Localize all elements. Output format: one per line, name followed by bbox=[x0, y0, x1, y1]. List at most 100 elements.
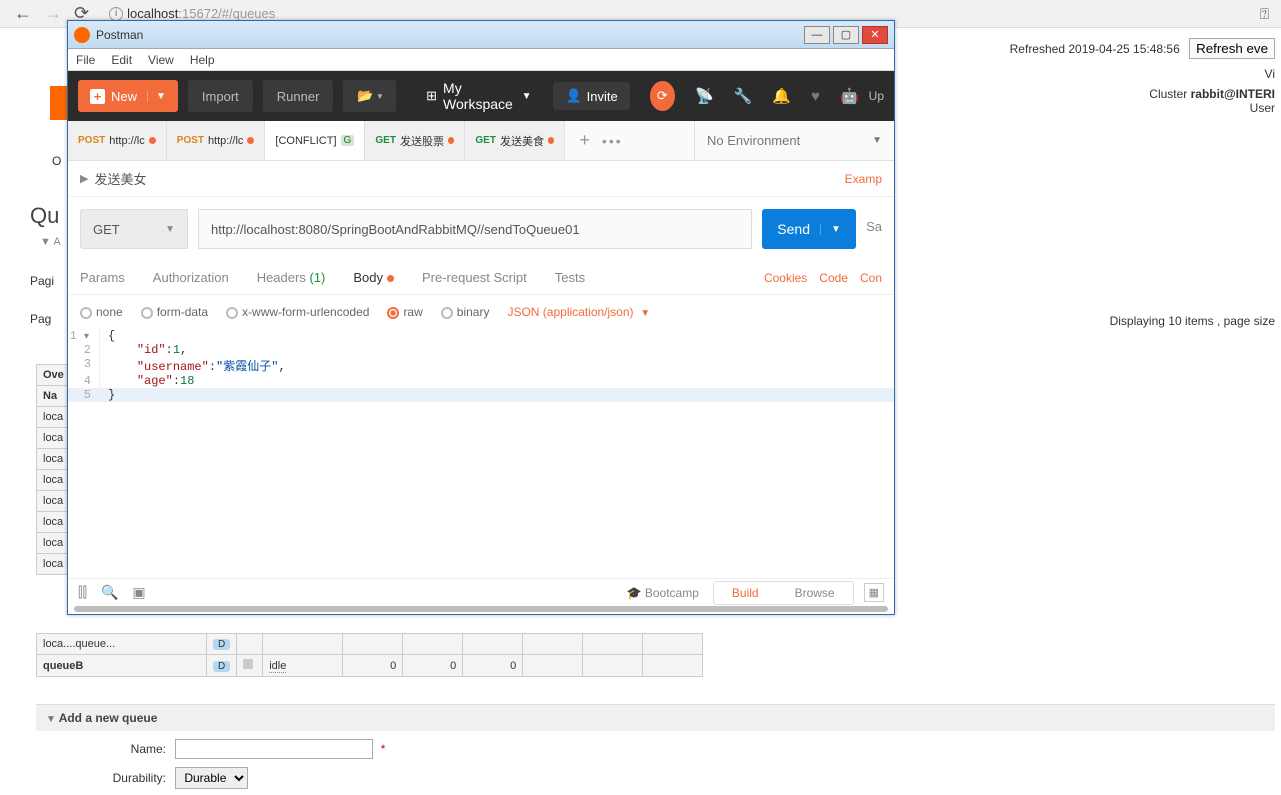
site-info-icon[interactable]: i bbox=[109, 7, 123, 21]
person-icon: 👤 bbox=[565, 88, 581, 104]
durability-select[interactable]: Durable bbox=[175, 767, 248, 789]
subtab-body[interactable]: Body bbox=[353, 270, 394, 285]
radio-none[interactable]: none bbox=[80, 305, 123, 319]
close-button[interactable]: ✕ bbox=[862, 26, 888, 44]
queue-name-input[interactable] bbox=[175, 739, 373, 759]
tab-0[interactable]: POST http://lc bbox=[68, 121, 167, 160]
comments-link[interactable]: Con bbox=[860, 271, 882, 285]
open-new-button[interactable]: 📂▾ bbox=[343, 80, 396, 112]
unsaved-dot-icon bbox=[548, 137, 554, 144]
view-toggle: Build Browse bbox=[713, 581, 854, 605]
virtual-host-label: Vi bbox=[1010, 67, 1275, 81]
titlebar[interactable]: Postman — ▢ ✕ bbox=[68, 21, 894, 49]
sidebar-toggle-icon[interactable]: ⫿⫿ bbox=[78, 584, 87, 601]
forward-button[interactable]: → bbox=[44, 3, 62, 24]
url-bar: GET ▼ Send ▼ Sa bbox=[68, 197, 894, 261]
runner-button[interactable]: Runner bbox=[263, 80, 334, 112]
console-icon[interactable]: ▣ bbox=[132, 584, 145, 601]
menubar: File Edit View Help bbox=[68, 49, 894, 71]
examples-link[interactable]: Examp bbox=[845, 172, 882, 186]
unsaved-dot-icon bbox=[149, 137, 156, 144]
import-button[interactable]: Import bbox=[188, 80, 253, 112]
tab-3[interactable]: GET 发送股票 bbox=[365, 121, 465, 160]
build-toggle[interactable]: Build bbox=[714, 582, 777, 604]
invite-button[interactable]: 👤 Invite bbox=[553, 82, 629, 110]
table-row[interactable]: loca....queue... D bbox=[37, 634, 703, 655]
address-bar[interactable]: localhost:15672/#/queues bbox=[127, 6, 275, 21]
environment-selector[interactable]: No Environment ▼ bbox=[694, 121, 894, 160]
subtab-prerequest[interactable]: Pre-request Script bbox=[422, 270, 527, 285]
all-queues-toggle[interactable]: ▼ A bbox=[40, 236, 61, 248]
caret-right-icon[interactable]: ▶ bbox=[80, 172, 88, 185]
minimize-button[interactable]: — bbox=[804, 26, 830, 44]
menu-help[interactable]: Help bbox=[190, 53, 215, 67]
url-input[interactable] bbox=[198, 209, 752, 249]
subtab-authorization[interactable]: Authorization bbox=[153, 270, 229, 285]
pagination-2: Pag bbox=[30, 312, 51, 326]
translate-icon[interactable]: ⍰ bbox=[1260, 6, 1269, 23]
caret-down-icon: ▼ bbox=[820, 224, 841, 235]
tab-1[interactable]: POST http://lc bbox=[167, 121, 266, 160]
body-type-options: none form-data x-www-form-urlencoded raw… bbox=[68, 295, 894, 329]
window-title: Postman bbox=[96, 28, 143, 42]
new-tab-button[interactable]: + bbox=[579, 130, 590, 151]
new-button[interactable]: + New ▼ bbox=[78, 80, 178, 112]
unsaved-dot-icon bbox=[448, 137, 454, 144]
subtab-params[interactable]: Params bbox=[80, 270, 125, 285]
add-queue-section: Add a new queue Name: * Durability: Dura… bbox=[36, 704, 1275, 795]
sync-button[interactable]: ⟳ bbox=[650, 81, 675, 111]
radio-binary[interactable]: binary bbox=[441, 305, 490, 319]
refresh-button[interactable]: Refresh eve bbox=[1189, 38, 1275, 59]
request-subtabs: Params Authorization Headers (1) Body Pr… bbox=[68, 261, 894, 295]
tab-options-button[interactable]: ••• bbox=[602, 133, 623, 149]
radio-urlencoded[interactable]: x-www-form-urlencoded bbox=[226, 305, 369, 319]
menu-view[interactable]: View bbox=[148, 53, 174, 67]
unsaved-dot-icon bbox=[247, 137, 254, 144]
table-row[interactable]: queueB D idle 0 0 0 bbox=[37, 655, 703, 677]
menu-file[interactable]: File bbox=[76, 53, 95, 67]
cookies-link[interactable]: Cookies bbox=[764, 271, 807, 285]
tab-2-active[interactable]: [CONFLICT] G bbox=[265, 121, 365, 160]
displaying-text: Displaying 10 items , page size bbox=[1110, 314, 1275, 328]
queues-table-bottom: loca....queue... D queueB D idle 0 0 0 bbox=[36, 633, 703, 677]
bootcamp-link[interactable]: 🎓 Bootcamp bbox=[627, 586, 699, 600]
name-label: Name: bbox=[82, 742, 166, 756]
subtab-headers[interactable]: Headers (1) bbox=[257, 270, 326, 285]
capture-icon[interactable]: 📡 bbox=[695, 87, 714, 105]
cluster-label: Cluster rabbit@INTERI bbox=[1010, 87, 1275, 101]
subtab-tests[interactable]: Tests bbox=[555, 270, 585, 285]
code-link[interactable]: Code bbox=[819, 271, 848, 285]
back-button[interactable]: ← bbox=[14, 3, 32, 24]
settings-icon[interactable]: 🔧 bbox=[734, 87, 753, 105]
refreshed-text: Refreshed 2019-04-25 15:48:56 bbox=[1010, 42, 1180, 56]
sync-icon: ⟳ bbox=[657, 88, 668, 104]
add-queue-header[interactable]: Add a new queue bbox=[36, 704, 1275, 731]
radio-raw[interactable]: raw bbox=[387, 305, 422, 319]
status-bar: ⫿⫿ 🔍 ▣ 🎓 Bootcamp Build Browse ▦ bbox=[68, 578, 894, 606]
save-button[interactable]: Sa bbox=[866, 209, 882, 249]
workspace-selector[interactable]: ⊞ My Workspace ▼ bbox=[426, 80, 531, 112]
browse-toggle[interactable]: Browse bbox=[777, 582, 853, 604]
content-type-selector[interactable]: JSON (application/json) ▼ bbox=[507, 305, 650, 319]
tab-4[interactable]: GET 发送美食 bbox=[465, 121, 565, 160]
heart-icon[interactable]: ♥ bbox=[811, 88, 820, 105]
grid-icon: ⊞ bbox=[426, 88, 437, 104]
upgrade-button[interactable]: Up bbox=[869, 89, 884, 103]
method-selector[interactable]: GET ▼ bbox=[80, 209, 188, 249]
notifications-icon[interactable]: 🔔 bbox=[772, 87, 791, 105]
toolbar: + New ▼ Import Runner 📂▾ ⊞ My Workspace … bbox=[68, 71, 894, 121]
maximize-button[interactable]: ▢ bbox=[833, 26, 859, 44]
panes-icon[interactable]: ▦ bbox=[864, 583, 884, 602]
required-marker: * bbox=[381, 742, 386, 756]
page-title: Qu bbox=[30, 203, 59, 229]
nav-tab-overview[interactable]: O bbox=[52, 154, 61, 168]
body-editor[interactable]: 1 ▾{2 "id":1,3 "username":"紫霞仙子",4 "age"… bbox=[68, 329, 894, 569]
menu-edit[interactable]: Edit bbox=[111, 53, 132, 67]
radio-form-data[interactable]: form-data bbox=[141, 305, 208, 319]
horizontal-scrollbar[interactable] bbox=[74, 606, 888, 612]
bot-icon[interactable]: 🤖 bbox=[840, 87, 859, 105]
postman-window: Postman — ▢ ✕ File Edit View Help + New … bbox=[67, 20, 895, 615]
find-icon[interactable]: 🔍 bbox=[101, 584, 118, 601]
caret-down-icon: ▼ bbox=[165, 224, 175, 235]
send-button[interactable]: Send ▼ bbox=[762, 209, 856, 249]
